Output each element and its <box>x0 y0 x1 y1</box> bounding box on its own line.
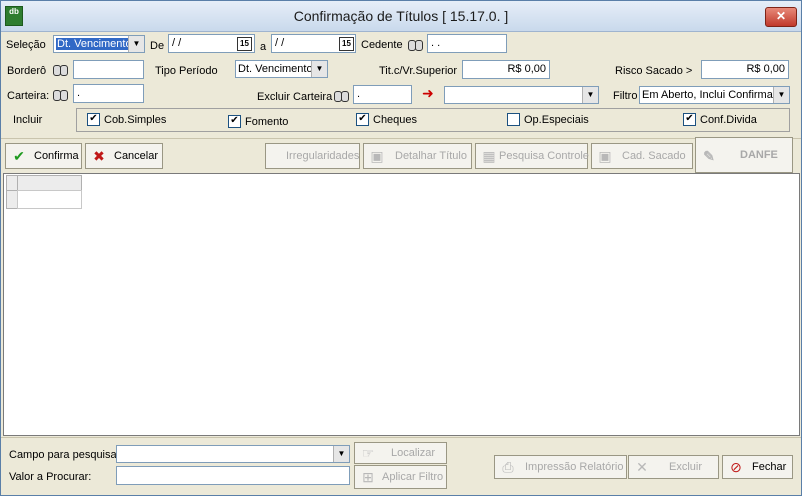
risco-sacado-label: Risco Sacado > <box>615 65 693 77</box>
filtro-label: Filtro <box>613 90 638 102</box>
localizar-button[interactable]: ☞ Localizar <box>354 442 447 464</box>
pesquisa-controle-label: Pesquisa Controle <box>499 150 589 162</box>
excluir-button[interactable]: ✕ Excluir <box>628 455 719 479</box>
filtro-value: Em Aberto, Inclui Confirmad <box>642 89 779 101</box>
fechar-label: Fechar <box>752 461 787 473</box>
x-icon: ✕ <box>636 459 648 475</box>
tipo-periodo-label: Tipo Período <box>155 65 218 77</box>
checkbox-cob-simples[interactable]: ✔ <box>87 113 100 126</box>
excluir-carteira-label: Excluir Carteira <box>257 91 333 103</box>
confirma-button[interactable]: ✔ Confirma <box>5 143 82 169</box>
bordero-label: Borderô <box>7 65 47 77</box>
cedente-input[interactable]: . . <box>427 34 507 53</box>
chevron-down-icon[interactable]: ▼ <box>333 446 349 462</box>
a-label: a <box>260 41 267 53</box>
fomento-label: Fomento <box>245 116 289 128</box>
campo-pesquisa-select[interactable]: ▼ <box>116 445 350 463</box>
risco-sacado-input[interactable]: R$ 0,00 <box>701 60 789 79</box>
op-especiais-label: Op.Especiais <box>524 114 589 126</box>
calendar-icon[interactable]: 15 <box>339 37 354 51</box>
printer-icon: ⎙ <box>502 459 514 475</box>
detail-icon: ▣ <box>370 148 384 164</box>
find-icon: ☞ <box>361 445 375 461</box>
danfe-button[interactable]: ✎ DANFE <box>695 137 793 173</box>
detalhar-titulo-label: Detalhar Título <box>395 150 467 162</box>
valor-procurar-input[interactable] <box>116 466 350 485</box>
tipo-periodo-select[interactable]: Dt. Vencimento ▼ <box>235 60 328 78</box>
binoculars-icon[interactable] <box>52 87 68 101</box>
checkbox-cheques[interactable]: ✔ <box>356 113 369 126</box>
conf-divida-label: Conf.Divida <box>700 114 757 126</box>
binoculars-icon[interactable] <box>52 62 68 76</box>
campo-pesquisa-label: Campo para pesquisa <box>9 449 117 461</box>
binoculars-icon[interactable] <box>407 37 423 51</box>
cancelar-label: Cancelar <box>114 150 159 162</box>
selecao-label: Seleção <box>6 39 46 51</box>
checkbox-fomento[interactable]: ✔ <box>228 115 241 128</box>
toolbar-divider <box>1 138 801 139</box>
cob-simples-label: Cob.Simples <box>104 114 167 126</box>
close-window-button[interactable]: ✕ <box>765 7 797 27</box>
red-arrow-icon: ➜ <box>422 85 434 101</box>
danfe-label: DANFE <box>740 149 778 161</box>
pen-icon: ✎ <box>703 148 715 164</box>
aplicar-filtro-button[interactable]: ⊞ Aplicar Filtro <box>354 465 447 489</box>
de-label: De <box>150 40 165 52</box>
aplicar-filtro-label: Aplicar Filtro <box>382 471 444 483</box>
filtro-select[interactable]: Em Aberto, Inclui Confirmad ▼ <box>639 86 790 104</box>
window-title: Confirmação de Títulos [ 15.17.0. ] <box>293 8 509 24</box>
footer-divider <box>1 437 801 438</box>
x-icon: ✖ <box>93 148 105 164</box>
carteira-label: Carteira: <box>7 90 50 102</box>
impressao-relatorio-label: Impressão Relatório <box>525 461 624 473</box>
incluir-label: Incluir <box>13 114 43 126</box>
irregularidades-label: Irregularidades <box>286 150 360 162</box>
check-icon: ✔ <box>13 148 25 164</box>
confirma-label: Confirma <box>34 150 79 162</box>
calendar-icon[interactable]: 15 <box>237 37 252 51</box>
irregularidades-button[interactable]: Irregularidades <box>265 143 360 169</box>
fechar-button[interactable]: ⊘ Fechar <box>722 455 793 479</box>
excluir-carteira-input[interactable]: . <box>353 85 412 104</box>
carteira-input[interactable]: . <box>73 84 144 103</box>
excluir-carteira-select[interactable]: ▼ <box>444 86 599 104</box>
register-icon: ▣ <box>598 148 612 164</box>
title-bar: db Confirmação de Títulos [ 15.17.0. ] ✕ <box>1 1 801 32</box>
localizar-label: Localizar <box>391 447 436 459</box>
impressao-relatorio-button[interactable]: ⎙ Impressão Relatório <box>494 455 627 479</box>
cedente-label: Cedente <box>361 39 403 51</box>
tit-vr-superior-input[interactable]: R$ 0,00 <box>462 60 550 79</box>
checkbox-op-especiais[interactable] <box>507 113 520 126</box>
cheques-label: Cheques <box>373 114 418 126</box>
tipo-periodo-value: Dt. Vencimento <box>238 63 313 75</box>
chevron-down-icon[interactable]: ▼ <box>773 87 789 103</box>
excluir-label: Excluir <box>669 461 703 473</box>
binoculars-icon[interactable] <box>333 88 349 102</box>
chevron-down-icon[interactable]: ▼ <box>582 87 598 103</box>
pesquisa-controle-button[interactable]: ▦ Pesquisa Controle <box>475 143 589 169</box>
detalhar-titulo-button[interactable]: ▣ Detalhar Título <box>363 143 472 169</box>
grid-column-header[interactable] <box>17 175 82 191</box>
stop-icon: ⊘ <box>730 459 742 475</box>
grid-search-icon: ▦ <box>482 148 496 164</box>
chevron-down-icon[interactable]: ▼ <box>311 61 327 77</box>
valor-procurar-label: Valor a Procurar: <box>9 471 92 483</box>
bordero-input[interactable] <box>73 60 144 79</box>
cad-sacado-button[interactable]: ▣ Cad. Sacado <box>591 143 693 169</box>
cancelar-button[interactable]: ✖ Cancelar <box>85 143 163 169</box>
main-window: db Confirmação de Títulos [ 15.17.0. ] ✕… <box>0 0 802 496</box>
grid-cell[interactable] <box>17 190 82 209</box>
checkbox-conf-divida[interactable]: ✔ <box>683 113 696 126</box>
results-grid[interactable] <box>3 173 800 436</box>
cad-sacado-label: Cad. Sacado <box>622 150 686 162</box>
selecao-value: Dt. Vencimento <box>56 38 133 50</box>
filter-icon: ⊞ <box>362 469 374 485</box>
selecao-select[interactable]: Dt. Vencimento ▼ <box>53 35 145 53</box>
tit-vr-superior-label: Tit.c/Vr.Superior <box>379 65 458 77</box>
chevron-down-icon[interactable]: ▼ <box>128 36 144 52</box>
